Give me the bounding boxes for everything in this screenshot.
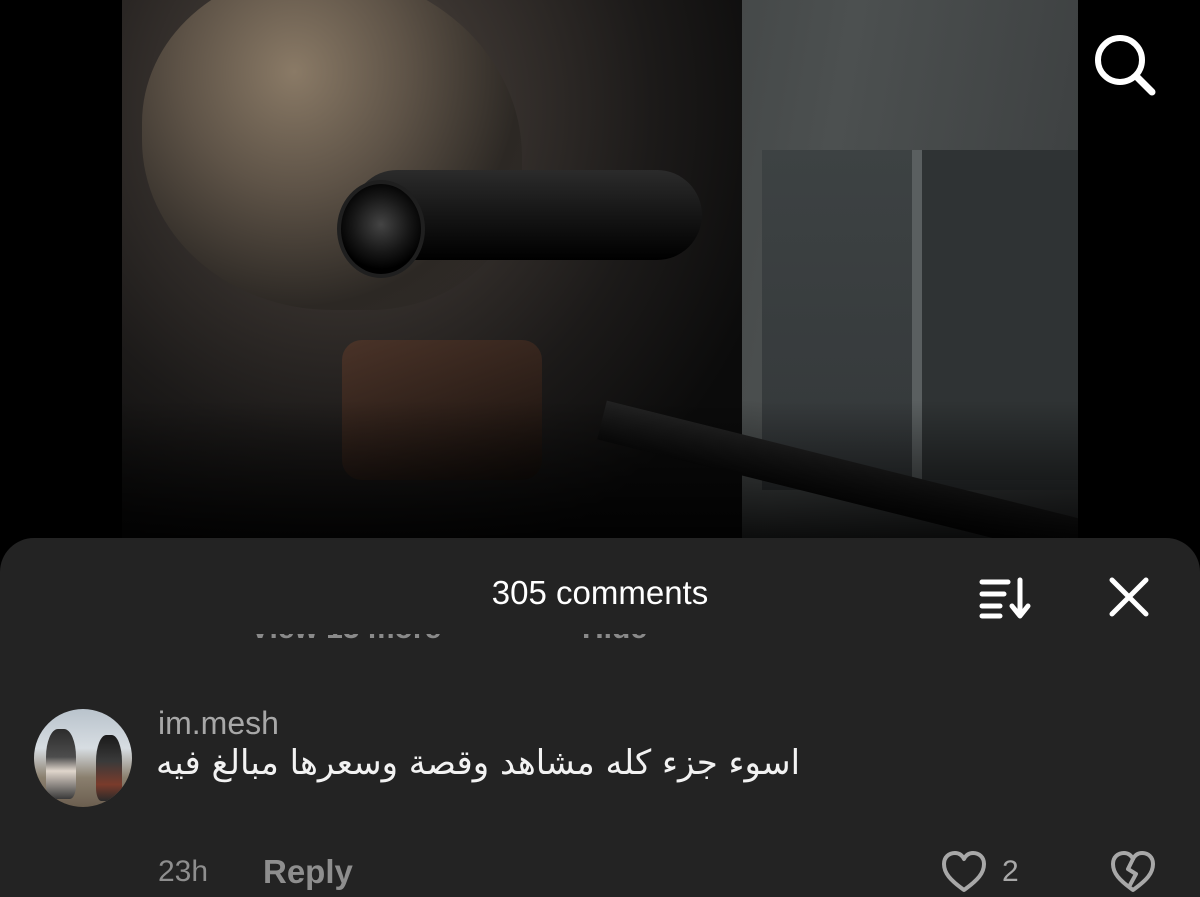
search-button[interactable] — [1090, 30, 1160, 100]
like-button[interactable] — [940, 849, 988, 895]
comment-username[interactable]: im.mesh — [158, 705, 279, 742]
avatar[interactable] — [34, 709, 132, 807]
sort-comments-button[interactable] — [976, 574, 1034, 620]
partially-hidden-replies-row: View 15 more Hide — [0, 634, 1200, 658]
view-more-replies-button[interactable]: View 15 more — [250, 634, 441, 646]
search-icon — [1095, 35, 1156, 96]
reply-button[interactable]: Reply — [263, 853, 353, 891]
screen: 305 comments View 15 more — [0, 0, 1200, 897]
close-comments-button[interactable] — [1106, 574, 1152, 620]
comment-text: اسوء جزء كله مشاهد وقصة وسعرها مبالغ فيه — [156, 743, 801, 783]
comments-sheet: 305 comments View 15 more — [0, 538, 1200, 897]
dislike-button[interactable] — [1108, 849, 1158, 895]
close-icon — [1109, 577, 1149, 617]
heart-icon — [942, 851, 986, 892]
video-scope-lens — [337, 180, 425, 278]
like-count: 2 — [1002, 855, 1019, 888]
hide-replies-button[interactable]: Hide — [582, 634, 647, 646]
avatar-person-left — [46, 729, 76, 799]
sort-icon — [979, 577, 1031, 619]
comment-timestamp: 23h — [158, 855, 209, 888]
comment-item: im.mesh اسوء جزء كله مشاهد وقصة وسعرها م… — [0, 703, 1200, 897]
video-shadow — [122, 400, 1078, 540]
avatar-person-right — [96, 735, 122, 801]
comments-header: 305 comments — [0, 538, 1200, 648]
broken-heart-icon — [1111, 851, 1155, 892]
video-player[interactable] — [122, 0, 1078, 540]
